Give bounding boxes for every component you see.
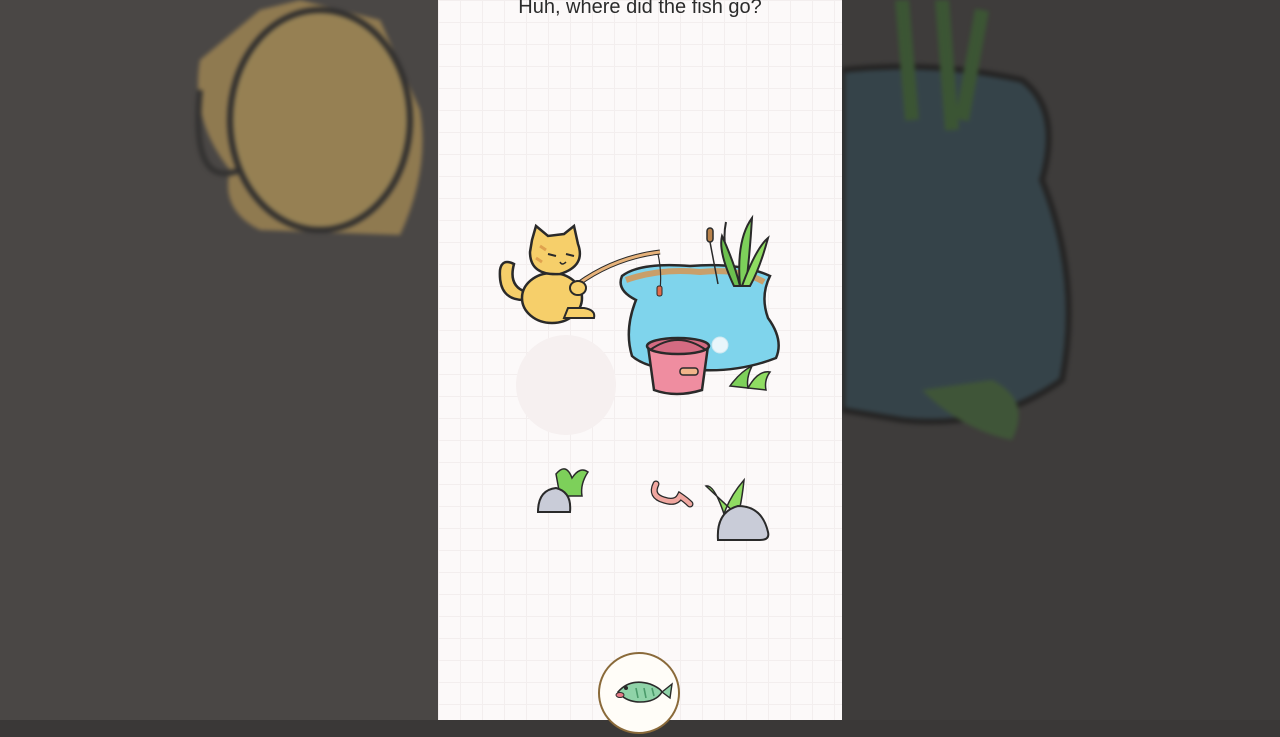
worm[interactable]: [650, 480, 694, 508]
rock-left[interactable]: [536, 468, 590, 513]
ghost-circle: [516, 335, 616, 435]
cat[interactable]: [498, 223, 596, 325]
rock-right[interactable]: [704, 477, 770, 541]
fish-icon: [615, 681, 673, 703]
scene: [498, 214, 780, 541]
bucket[interactable]: [645, 336, 711, 396]
hint-button[interactable]: [598, 652, 680, 734]
